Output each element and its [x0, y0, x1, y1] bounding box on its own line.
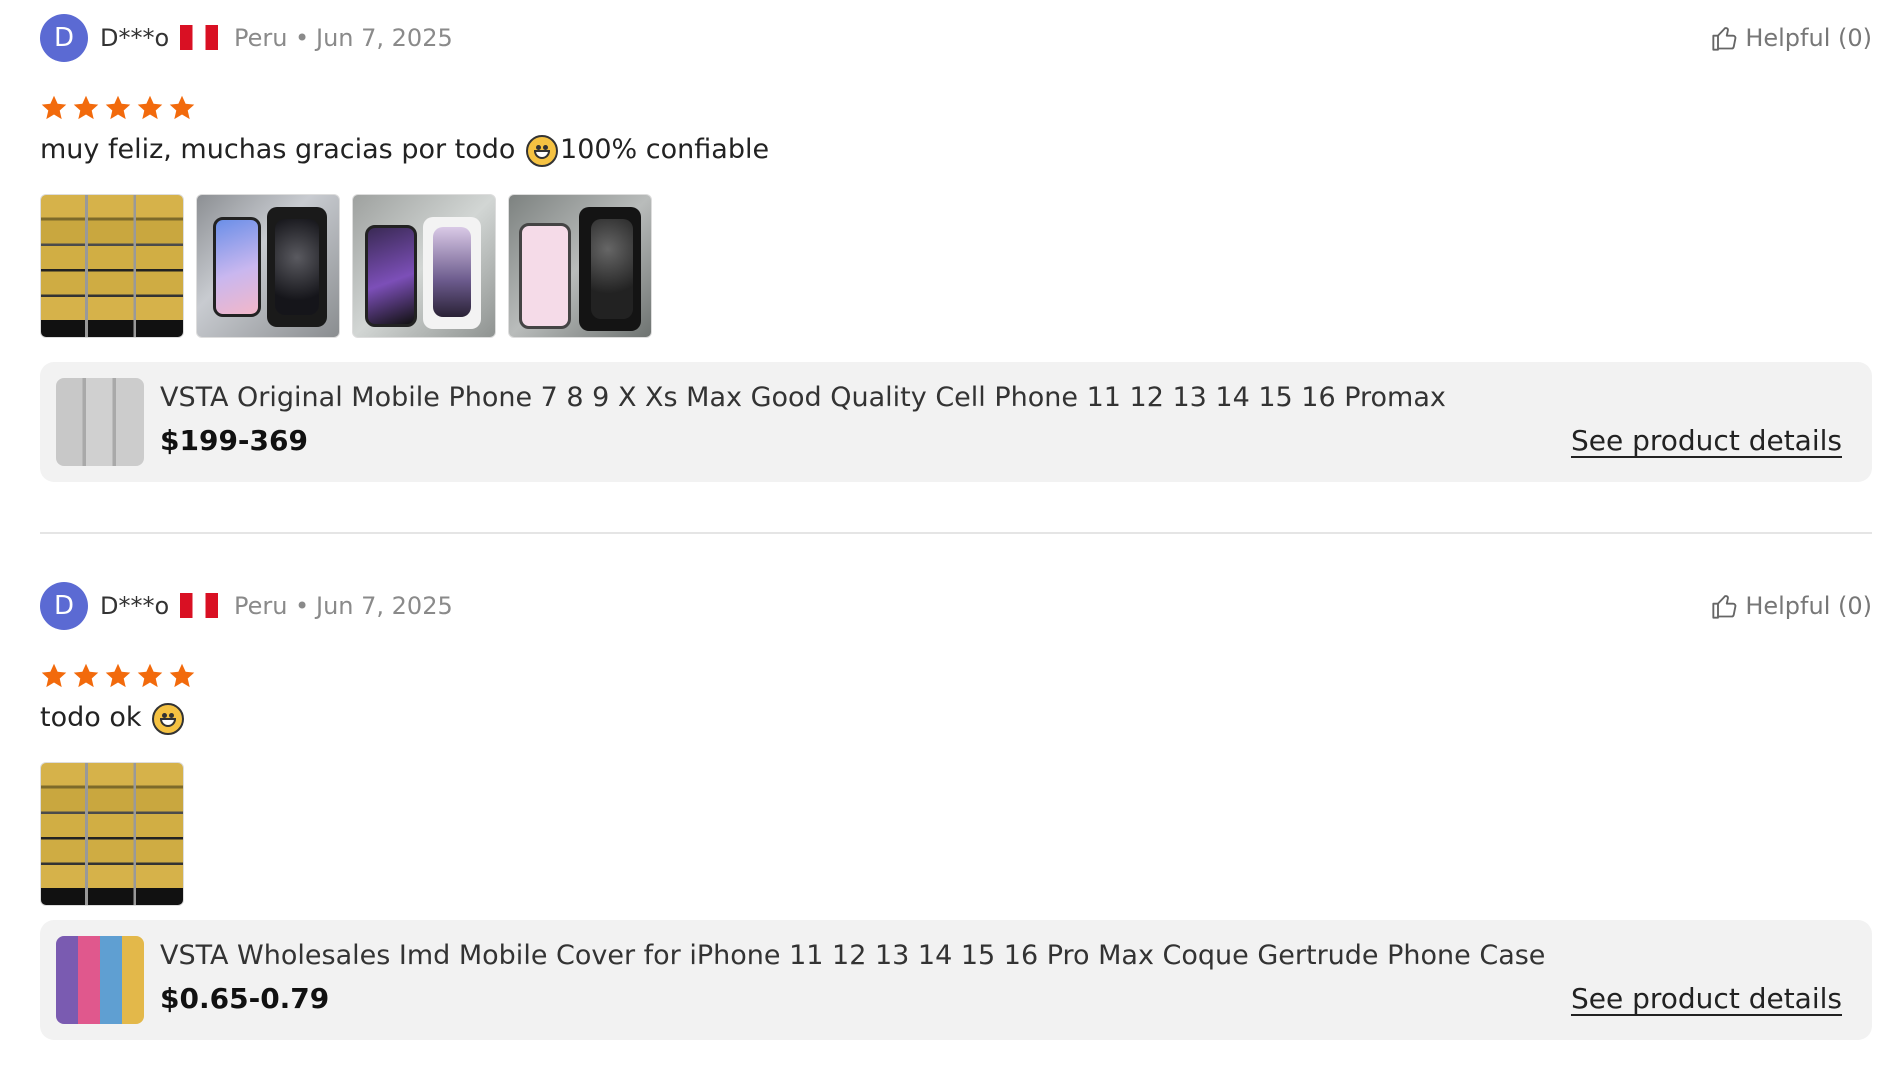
meta-separator: •	[295, 592, 310, 620]
review-text-part: 100% confiable	[560, 134, 770, 165]
reviewer-name: D***o	[100, 592, 170, 620]
helpful-label: Helpful (0)	[1745, 24, 1872, 52]
star-icon	[137, 663, 163, 688]
product-card[interactable]: VSTA Wholesales Imd Mobile Cover for iPh…	[40, 920, 1872, 1040]
review-photo[interactable]	[40, 762, 184, 906]
product-title[interactable]: VSTA Wholesales Imd Mobile Cover for iPh…	[160, 940, 1545, 971]
star-icon	[73, 663, 99, 688]
star-icon	[137, 95, 163, 120]
thumbs-up-icon	[1712, 595, 1737, 619]
see-product-details-link[interactable]: See product details	[1571, 424, 1842, 457]
review-text-part: muy feliz, muchas gracias por todo	[40, 134, 525, 165]
grinning-face-emoji-icon	[526, 134, 559, 167]
product-price: $199-369	[160, 424, 308, 457]
star-rating	[40, 662, 196, 690]
review-text-part: todo ok	[40, 702, 151, 733]
review-card: D D***o Peru • Jun 7, 2025 Helpful (0) m…	[40, 10, 1872, 482]
reviewer-country: Peru	[234, 24, 288, 52]
star-icon	[41, 95, 67, 120]
review-photos	[40, 762, 184, 906]
review-divider	[40, 532, 1872, 534]
thumbs-up-icon	[1712, 27, 1737, 51]
review-card: D D***o Peru • Jun 7, 2025 Helpful (0) t…	[40, 578, 1872, 1040]
avatar: D	[40, 582, 88, 630]
helpful-label: Helpful (0)	[1745, 592, 1872, 620]
product-card[interactable]: VSTA Original Mobile Phone 7 8 9 X Xs Ma…	[40, 362, 1872, 482]
peru-flag-icon	[180, 25, 218, 50]
review-photo[interactable]	[352, 194, 496, 338]
product-thumbnail[interactable]	[56, 936, 144, 1024]
star-icon	[73, 95, 99, 120]
star-icon	[41, 663, 67, 688]
product-title[interactable]: VSTA Original Mobile Phone 7 8 9 X Xs Ma…	[160, 382, 1446, 413]
review-photos	[40, 194, 652, 338]
avatar: D	[40, 14, 88, 62]
review-photo[interactable]	[40, 194, 184, 338]
review-text: todo ok	[40, 702, 186, 735]
helpful-button[interactable]: Helpful (0)	[1711, 592, 1872, 620]
review-photo[interactable]	[508, 194, 652, 338]
star-icon	[169, 663, 195, 688]
star-icon	[105, 663, 131, 688]
product-thumbnail[interactable]	[56, 378, 144, 466]
star-icon	[169, 95, 195, 120]
product-price: $0.65-0.79	[160, 982, 330, 1015]
grinning-face-emoji-icon	[152, 702, 185, 735]
star-rating	[40, 94, 196, 122]
star-icon	[105, 95, 131, 120]
review-date: Jun 7, 2025	[316, 592, 453, 620]
review-header: D D***o Peru • Jun 7, 2025 Helpful (0)	[40, 10, 1872, 62]
reviewer-country: Peru	[234, 592, 288, 620]
review-text: muy feliz, muchas gracias por todo 100% …	[40, 134, 769, 167]
review-date: Jun 7, 2025	[316, 24, 453, 52]
see-product-details-link[interactable]: See product details	[1571, 982, 1842, 1015]
review-header: D D***o Peru • Jun 7, 2025 Helpful (0)	[40, 578, 1872, 630]
review-photo[interactable]	[196, 194, 340, 338]
meta-separator: •	[295, 24, 310, 52]
reviewer-name: D***o	[100, 24, 170, 52]
helpful-button[interactable]: Helpful (0)	[1711, 24, 1872, 52]
peru-flag-icon	[180, 593, 218, 618]
